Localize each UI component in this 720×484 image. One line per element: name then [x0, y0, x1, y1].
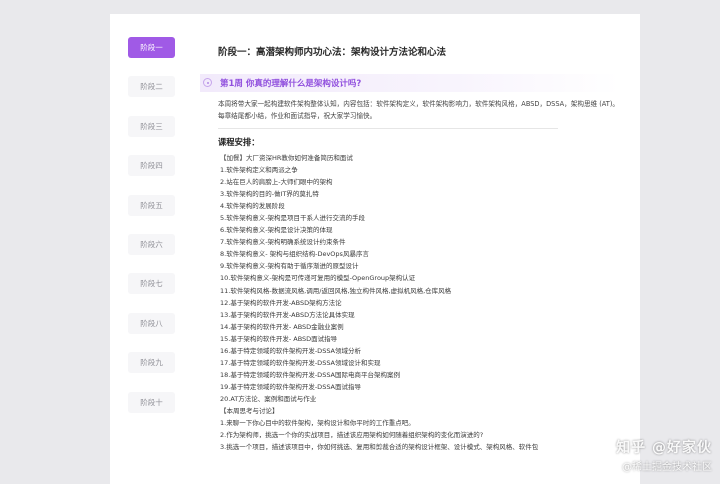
week-title: 第1周 你真的理解什么是架构设计吗?: [220, 79, 362, 89]
list-item: 13.基于架构的软件开发-ABSD方法论具体实现: [220, 310, 355, 319]
stage-sidebar: 阶段一 阶段二 阶段三 阶段四 阶段五 阶段六 阶段七 阶段八 阶段九 阶段十: [128, 37, 176, 431]
arrangement-heading: 课程安排：: [218, 137, 260, 147]
page-title: 阶段一：高潜架构师内功心法：架构设计方法论和心法: [218, 47, 447, 58]
list-item: 6.软件架构意义-架构是设计决策的体现: [220, 226, 333, 235]
sidebar-item-stage-1[interactable]: 阶段一: [128, 37, 175, 58]
list-item: 9.软件架构意义-架构有助于循序渐进的原型设计: [220, 262, 359, 271]
sidebar-item-stage-9[interactable]: 阶段九: [128, 352, 175, 374]
list-item: 1.软件架构定义和两派之争: [220, 166, 298, 175]
list-item: 14.基于架构的软件开发- ABSD金融业案例: [220, 322, 344, 331]
sidebar-item-stage-7[interactable]: 阶段七: [128, 273, 175, 295]
sidebar-item-stage-3[interactable]: 阶段三: [128, 115, 175, 137]
list-item: 10.软件架构意义-架构是可传递可复用的模型-OpenGroup架构认证: [220, 274, 416, 283]
list-item: 17.基于特定领域的软件架构开发-DSSA领域设计和实现: [220, 358, 381, 367]
list-item: 【加餐】大厂资深HR教你如何准备简历和面试: [220, 154, 353, 162]
list-item: 5.软件架构意义-架构是项目干系人进行交流的手段: [220, 214, 366, 223]
sidebar-item-stage-8[interactable]: 阶段八: [128, 312, 175, 334]
list-item: 3.挑选一个项目，描述该项目中，你如何挑选、复用和剪裁合适的架构设计框架、设计模…: [220, 443, 539, 452]
watermark-line-2: @稀土掘金技术社区: [622, 462, 712, 473]
list-item: 8.软件架构意义- 架构与组织结构-DevOps风暴序言: [220, 250, 369, 259]
lesson-list: 【加餐】大厂资深HR教你如何准备简历和面试 1.软件架构定义和两派之争 2.站在…: [220, 152, 620, 453]
list-item: 2.站在巨人的肩膀上-大师们眼中的架构: [220, 178, 333, 187]
list-item: 15.基于架构的软件开发- ABSD面试指导: [220, 334, 338, 343]
sidebar-item-stage-10[interactable]: 阶段十: [128, 391, 175, 413]
timeline-dot-icon: [203, 78, 212, 87]
list-item: 【本周思考与讨论】: [220, 406, 279, 415]
list-item: 12.基于架构的软件开发-ABSD架构方法论: [220, 298, 342, 307]
watermark-line-1: 知乎 @好家伙: [616, 440, 712, 456]
week-intro: 本周将带大家一起构建软件架构整体认知，内容包括：软件架构定义，软件架构影响力，软…: [218, 100, 619, 120]
list-item: 2.作为架构师，挑选一个你的实战项目，描述该应用架构如何随着组织架构的变化而演进…: [220, 431, 484, 440]
list-item: 4.软件架构的发展阶段: [220, 202, 285, 211]
sidebar-item-stage-2[interactable]: 阶段二: [128, 76, 175, 98]
list-item: 11.软件架构风格-数据流风格,调用/返回风格,独立构件风格,虚拟机风格,仓库风…: [220, 286, 452, 295]
list-item: 20.AT方法论、案例和面试与作业: [220, 394, 317, 403]
list-item: 3.软件架构的目的-做IT界的莫扎特: [220, 190, 319, 199]
list-item: 16.基于特定领域的软件架构开发-DSSA领域分析: [220, 346, 362, 355]
sidebar-item-stage-4[interactable]: 阶段四: [128, 155, 175, 177]
sidebar-item-stage-6[interactable]: 阶段六: [128, 233, 175, 255]
watermark: 知乎 @好家伙 @稀土掘金技术社区: [616, 437, 712, 473]
divider: [218, 128, 558, 129]
week-header[interactable]: 第1周 你真的理解什么是架构设计吗?: [200, 74, 620, 92]
sidebar-item-stage-5[interactable]: 阶段五: [128, 194, 175, 216]
list-item: 19.基于特定领域的软件架构开发-DSSA面试指导: [220, 382, 362, 391]
list-item: 18.基于特定领域的软件架构开发-DSSA国际电商平台架构案例: [220, 370, 401, 379]
list-item: 1.来聊一下你心目中的软件架构，架构设计和你平时的工作重点吧。: [220, 419, 415, 428]
list-item: 7.软件架构意义-架构明确系统设计约束条件: [220, 238, 346, 247]
